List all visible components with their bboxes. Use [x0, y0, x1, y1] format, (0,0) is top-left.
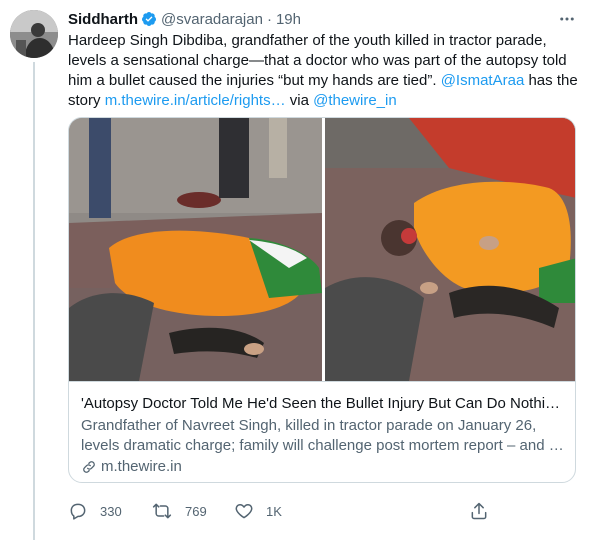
reply-count: 330: [100, 503, 122, 519]
card-description: Grandfather of Navreet Singh, killed in …: [81, 416, 565, 456]
card-title[interactable]: 'Autopsy Doctor Told Me He'd Seen the Bu…: [81, 394, 565, 414]
retweet-button[interactable]: 769: [151, 500, 207, 522]
reply-button[interactable]: 330: [68, 500, 122, 522]
mention-link[interactable]: @IsmatAraa: [441, 72, 525, 89]
thread-line: [33, 62, 35, 540]
card-domain: m.thewire.in: [81, 457, 565, 477]
share-icon: [471, 502, 487, 520]
card-description-line: Grandfather of Navreet Singh, killed in …: [81, 417, 537, 434]
share-button[interactable]: [469, 500, 501, 522]
avatar-image: [10, 10, 58, 58]
more-icon[interactable]: [556, 10, 578, 28]
card-description-line: levels dramatic charge; family will chal…: [81, 437, 564, 454]
mention-link[interactable]: @thewire_in: [313, 92, 397, 109]
retweet-count: 769: [185, 503, 207, 519]
tweet-text-body: via: [285, 92, 314, 109]
avatar[interactable]: [10, 10, 58, 58]
tweet-text: Hardeep Singh Dibdiba, grandfather of th…: [68, 31, 580, 111]
card-body: 'Autopsy Doctor Told Me He'd Seen the Bu…: [69, 381, 575, 482]
heart-icon: [235, 504, 253, 519]
retweet-icon: [152, 503, 172, 519]
article-link[interactable]: m.thewire.in/article/rights…: [105, 92, 286, 109]
like-count: 1K: [266, 503, 282, 519]
author-name[interactable]: Siddharth: [68, 11, 138, 28]
link-icon: [83, 461, 95, 473]
tweet-timestamp[interactable]: 19h: [276, 11, 301, 28]
author-handle[interactable]: @svaradarajan: [161, 11, 263, 28]
like-button[interactable]: 1K: [234, 500, 282, 522]
action-bar: 330 769 1K: [68, 500, 508, 522]
reply-icon: [70, 503, 86, 520]
link-preview-card[interactable]: 'Autopsy Doctor Told Me He'd Seen the Bu…: [68, 117, 576, 483]
tweet-header: Siddharth @svaradarajan · 19h: [68, 8, 301, 30]
card-image: [69, 118, 575, 381]
card-domain-text: m.thewire.in: [101, 458, 182, 475]
header-separator: ·: [266, 10, 272, 28]
verified-badge-icon: [141, 11, 157, 27]
tweet[interactable]: Siddharth @svaradarajan · 19h Hardeep Si…: [0, 0, 590, 540]
